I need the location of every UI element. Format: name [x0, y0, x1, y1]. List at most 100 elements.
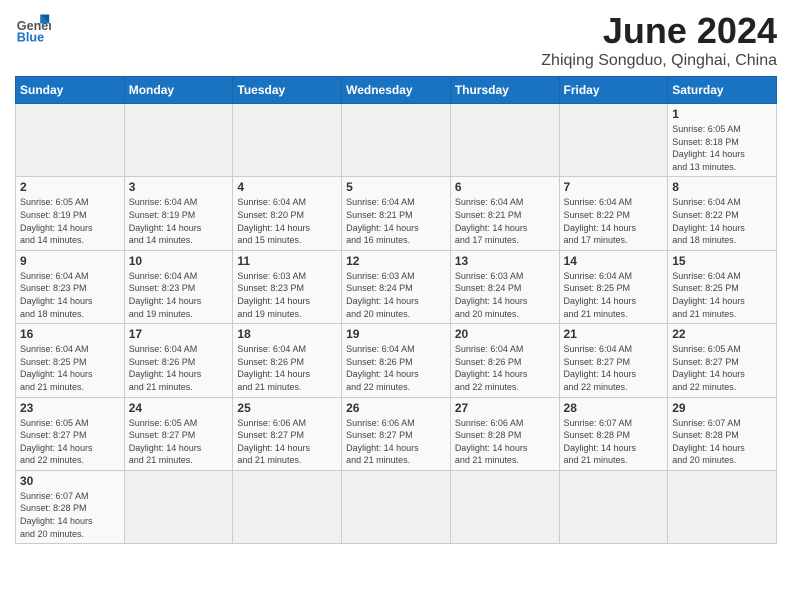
day-number: 28	[564, 401, 664, 415]
day-info: Sunrise: 6:04 AM Sunset: 8:22 PM Dayligh…	[672, 196, 772, 246]
calendar-cell	[559, 104, 668, 177]
day-info: Sunrise: 6:05 AM Sunset: 8:27 PM Dayligh…	[20, 417, 120, 467]
weekday-header-sunday: Sunday	[16, 77, 125, 104]
day-number: 25	[237, 401, 337, 415]
calendar-row-1: 2Sunrise: 6:05 AM Sunset: 8:19 PM Daylig…	[16, 177, 777, 250]
day-info: Sunrise: 6:05 AM Sunset: 8:27 PM Dayligh…	[129, 417, 229, 467]
day-info: Sunrise: 6:06 AM Sunset: 8:28 PM Dayligh…	[455, 417, 555, 467]
calendar-cell: 23Sunrise: 6:05 AM Sunset: 8:27 PM Dayli…	[16, 397, 125, 470]
weekday-header-monday: Monday	[124, 77, 233, 104]
day-number: 12	[346, 254, 446, 268]
logo-icon: General Blue	[15, 10, 51, 46]
weekday-header-tuesday: Tuesday	[233, 77, 342, 104]
day-number: 8	[672, 180, 772, 194]
calendar-cell: 15 Sunrise: 6:04 AM Sunset: 8:25 PM Dayli…	[668, 250, 777, 323]
calendar-cell	[668, 470, 777, 543]
month-title: June 2024	[541, 10, 777, 52]
calendar-cell	[233, 104, 342, 177]
day-info: Sunrise: 6:04 AM Sunset: 8:19 PM Dayligh…	[129, 196, 229, 246]
calendar-cell: 8 Sunrise: 6:04 AM Sunset: 8:22 PM Daylig…	[668, 177, 777, 250]
day-info: Sunrise: 6:04 AM Sunset: 8:21 PM Dayligh…	[346, 196, 446, 246]
day-info: Sunrise: 6:06 AM Sunset: 8:27 PM Dayligh…	[346, 417, 446, 467]
weekday-header-thursday: Thursday	[450, 77, 559, 104]
day-number: 1	[672, 107, 772, 121]
calendar-cell: 11 Sunrise: 6:03 AM Sunset: 8:23 PM Dayli…	[233, 250, 342, 323]
calendar-cell: 12 Sunrise: 6:03 AM Sunset: 8:24 PM Dayli…	[342, 250, 451, 323]
calendar-row-3: 16 Sunrise: 6:04 AM Sunset: 8:25 PM Dayli…	[16, 324, 777, 397]
day-number: 14	[564, 254, 664, 268]
day-info: Sunrise: 6:07 AM Sunset: 8:28 PM Dayligh…	[672, 417, 772, 467]
day-info: Sunrise: 6:04 AM Sunset: 8:25 PM Dayligh…	[564, 270, 664, 320]
day-number: 22	[672, 327, 772, 341]
day-number: 30	[20, 474, 120, 488]
calendar-row-2: 9 Sunrise: 6:04 AM Sunset: 8:23 PM Daylig…	[16, 250, 777, 323]
calendar-cell: 4Sunrise: 6:04 AM Sunset: 8:20 PM Daylig…	[233, 177, 342, 250]
day-number: 5	[346, 180, 446, 194]
day-info: Sunrise: 6:05 AM Sunset: 8:27 PM Dayligh…	[672, 343, 772, 393]
calendar-cell	[124, 104, 233, 177]
calendar-cell: 5 Sunrise: 6:04 AM Sunset: 8:21 PM Daylig…	[342, 177, 451, 250]
calendar-cell: 3 Sunrise: 6:04 AM Sunset: 8:19 PM Daylig…	[124, 177, 233, 250]
day-number: 4	[237, 180, 337, 194]
calendar-cell: 2Sunrise: 6:05 AM Sunset: 8:19 PM Daylig…	[16, 177, 125, 250]
calendar-row-4: 23Sunrise: 6:05 AM Sunset: 8:27 PM Dayli…	[16, 397, 777, 470]
weekday-header-friday: Friday	[559, 77, 668, 104]
day-number: 15	[672, 254, 772, 268]
day-number: 10	[129, 254, 229, 268]
day-number: 21	[564, 327, 664, 341]
day-info: Sunrise: 6:03 AM Sunset: 8:23 PM Dayligh…	[237, 270, 337, 320]
day-number: 3	[129, 180, 229, 194]
day-info: Sunrise: 6:04 AM Sunset: 8:26 PM Dayligh…	[455, 343, 555, 393]
calendar-cell: 26Sunrise: 6:06 AM Sunset: 8:27 PM Dayli…	[342, 397, 451, 470]
calendar-cell: 22 Sunrise: 6:05 AM Sunset: 8:27 PM Dayli…	[668, 324, 777, 397]
day-info: Sunrise: 6:04 AM Sunset: 8:25 PM Dayligh…	[672, 270, 772, 320]
calendar-table: SundayMondayTuesdayWednesdayThursdayFrid…	[15, 76, 777, 544]
calendar-cell	[124, 470, 233, 543]
day-number: 6	[455, 180, 555, 194]
day-info: Sunrise: 6:04 AM Sunset: 8:26 PM Dayligh…	[129, 343, 229, 393]
calendar-cell: 7Sunrise: 6:04 AM Sunset: 8:22 PM Daylig…	[559, 177, 668, 250]
day-number: 7	[564, 180, 664, 194]
day-number: 24	[129, 401, 229, 415]
day-info: Sunrise: 6:07 AM Sunset: 8:28 PM Dayligh…	[20, 490, 120, 540]
day-number: 2	[20, 180, 120, 194]
day-number: 19	[346, 327, 446, 341]
calendar-cell: 25 Sunrise: 6:06 AM Sunset: 8:27 PM Dayli…	[233, 397, 342, 470]
calendar-cell	[16, 104, 125, 177]
day-number: 9	[20, 254, 120, 268]
calendar-cell: 10 Sunrise: 6:04 AM Sunset: 8:23 PM Dayli…	[124, 250, 233, 323]
header: General Blue June 2024 Zhiqing Songduo, …	[15, 10, 777, 70]
day-info: Sunrise: 6:06 AM Sunset: 8:27 PM Dayligh…	[237, 417, 337, 467]
day-number: 11	[237, 254, 337, 268]
calendar-cell: 19 Sunrise: 6:04 AM Sunset: 8:26 PM Dayli…	[342, 324, 451, 397]
day-info: Sunrise: 6:03 AM Sunset: 8:24 PM Dayligh…	[346, 270, 446, 320]
day-info: Sunrise: 6:04 AM Sunset: 8:26 PM Dayligh…	[237, 343, 337, 393]
day-info: Sunrise: 6:04 AM Sunset: 8:23 PM Dayligh…	[129, 270, 229, 320]
calendar-cell: 20 Sunrise: 6:04 AM Sunset: 8:26 PM Dayli…	[450, 324, 559, 397]
day-info: Sunrise: 6:05 AM Sunset: 8:18 PM Dayligh…	[672, 123, 772, 173]
calendar-cell: 27Sunrise: 6:06 AM Sunset: 8:28 PM Dayli…	[450, 397, 559, 470]
logo: General Blue	[15, 10, 51, 46]
calendar-row-5: 30 Sunrise: 6:07 AM Sunset: 8:28 PM Dayli…	[16, 470, 777, 543]
day-number: 13	[455, 254, 555, 268]
calendar-cell: 28Sunrise: 6:07 AM Sunset: 8:28 PM Dayli…	[559, 397, 668, 470]
calendar-cell: 14 Sunrise: 6:04 AM Sunset: 8:25 PM Dayli…	[559, 250, 668, 323]
calendar-cell	[342, 470, 451, 543]
calendar-cell: 29Sunrise: 6:07 AM Sunset: 8:28 PM Dayli…	[668, 397, 777, 470]
calendar-row-0: 1 Sunrise: 6:05 AM Sunset: 8:18 PM Daylig…	[16, 104, 777, 177]
calendar-cell	[450, 104, 559, 177]
day-number: 18	[237, 327, 337, 341]
calendar-cell: 21 Sunrise: 6:04 AM Sunset: 8:27 PM Dayli…	[559, 324, 668, 397]
day-info: Sunrise: 6:04 AM Sunset: 8:27 PM Dayligh…	[564, 343, 664, 393]
day-info: Sunrise: 6:04 AM Sunset: 8:25 PM Dayligh…	[20, 343, 120, 393]
day-number: 20	[455, 327, 555, 341]
calendar-cell: 6Sunrise: 6:04 AM Sunset: 8:21 PM Daylig…	[450, 177, 559, 250]
day-number: 16	[20, 327, 120, 341]
calendar-cell: 9Sunrise: 6:04 AM Sunset: 8:23 PM Daylig…	[16, 250, 125, 323]
weekday-header-row: SundayMondayTuesdayWednesdayThursdayFrid…	[16, 77, 777, 104]
calendar-cell: 13Sunrise: 6:03 AM Sunset: 8:24 PM Dayli…	[450, 250, 559, 323]
calendar-cell	[450, 470, 559, 543]
day-info: Sunrise: 6:04 AM Sunset: 8:26 PM Dayligh…	[346, 343, 446, 393]
calendar-cell: 16 Sunrise: 6:04 AM Sunset: 8:25 PM Dayli…	[16, 324, 125, 397]
calendar-cell	[342, 104, 451, 177]
